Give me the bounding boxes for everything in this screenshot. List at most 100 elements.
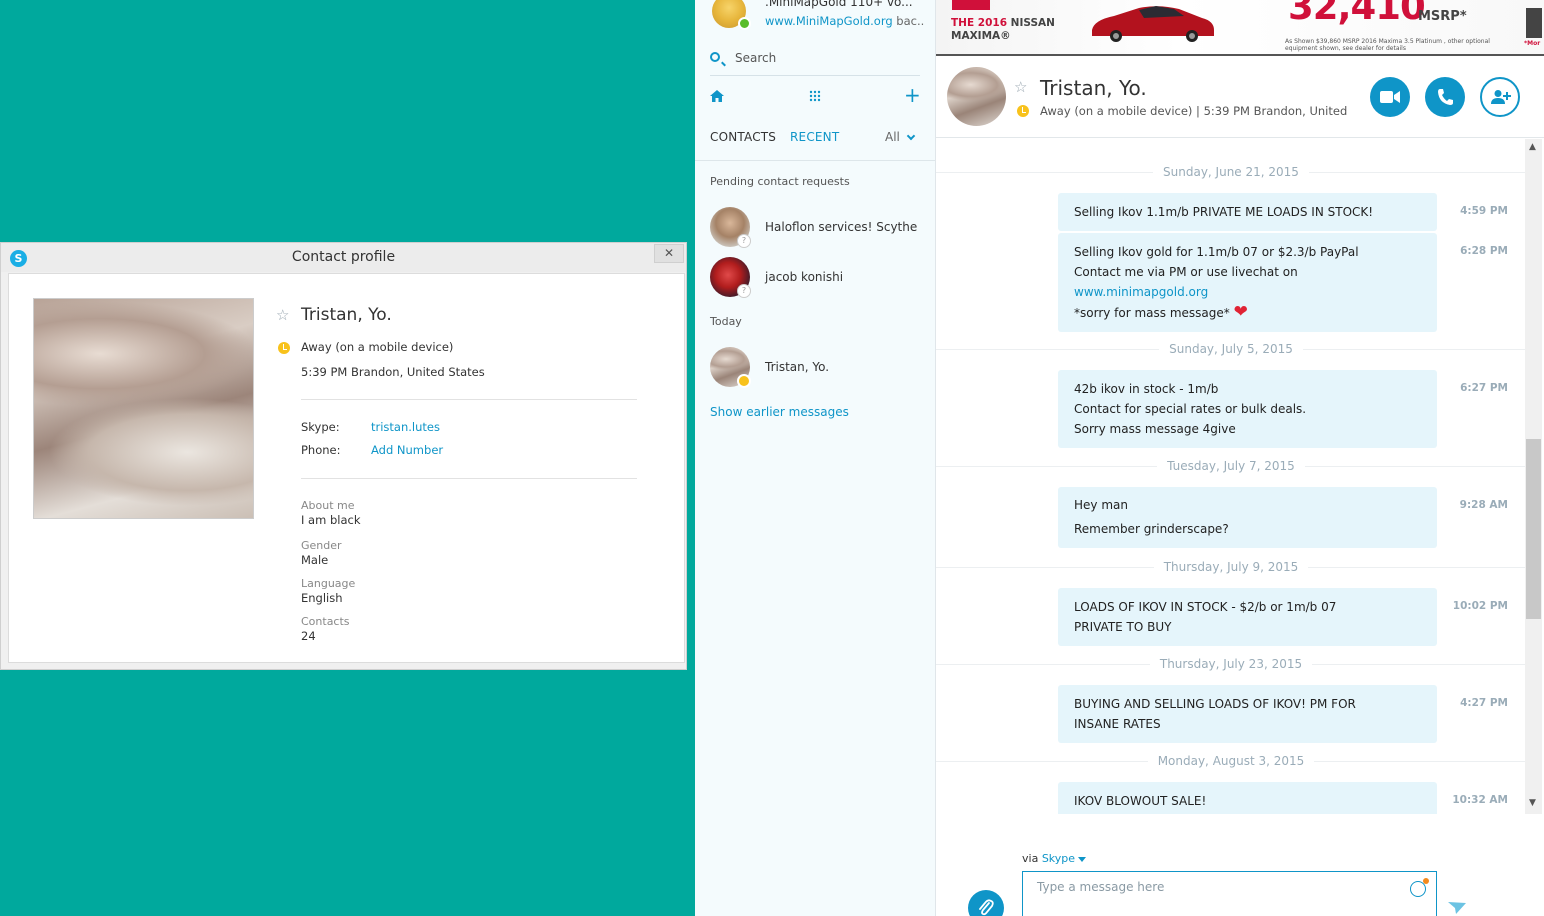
message-bubble[interactable]: Hey man Remember grinderscape? bbox=[1058, 487, 1437, 548]
contact-name: Haloflon services! Scythe bbox=[765, 220, 918, 234]
date-label: Sunday, June 21, 2015 bbox=[1153, 165, 1309, 179]
profile-titlebar[interactable]: S Contact profile ✕ bbox=[1, 243, 686, 272]
away-status-icon bbox=[278, 342, 290, 354]
scroll-up-icon[interactable]: ▲ bbox=[1529, 142, 1536, 152]
language-label: Language bbox=[301, 577, 356, 590]
ad-headline: THE 2016 NISSAN MAXIMA® bbox=[951, 17, 1071, 43]
gender-value: Male bbox=[301, 553, 329, 567]
date-separator: Sunday, July 5, 2015 bbox=[936, 340, 1526, 360]
message-text: Selling Ikov gold for 1.1m/b 07 or $2.3/… bbox=[1074, 245, 1359, 259]
ad-msrp: MSRP* bbox=[1418, 9, 1467, 24]
profile-photo bbox=[33, 298, 254, 519]
scrollbar-thumb[interactable] bbox=[1526, 439, 1541, 619]
favorite-star-icon[interactable]: ☆ bbox=[276, 306, 289, 324]
add-user-icon bbox=[1491, 90, 1511, 104]
paperclip-icon bbox=[979, 899, 994, 916]
phone-label: Phone: bbox=[301, 443, 341, 457]
pending-status-icon: ? bbox=[737, 234, 751, 248]
contact-avatar[interactable] bbox=[947, 67, 1006, 126]
message-time: 10:02 PM bbox=[1452, 600, 1508, 612]
message-input[interactable] bbox=[1022, 871, 1437, 916]
ad-model: MAXIMA® bbox=[951, 30, 1011, 42]
profile-window-title: Contact profile bbox=[291, 249, 396, 265]
list-item[interactable]: ? jacob konishi bbox=[710, 257, 925, 299]
scroll-down-icon[interactable]: ▼ bbox=[1529, 798, 1536, 808]
send-icon[interactable] bbox=[1448, 902, 1466, 914]
via-selector[interactable]: via Skype bbox=[1022, 852, 1087, 865]
search-box[interactable] bbox=[710, 46, 920, 76]
contact-name: Tristan, Yo. bbox=[765, 360, 830, 374]
message-scrollbar[interactable]: ▲ ▼ bbox=[1525, 139, 1542, 814]
date-label: Sunday, July 5, 2015 bbox=[1159, 342, 1303, 356]
date-separator: Tuesday, July 7, 2015 bbox=[936, 457, 1526, 477]
message-text: BUYING AND SELLING LOADS OF IKOV! PM FOR bbox=[1074, 697, 1356, 711]
date-label: Tuesday, July 7, 2015 bbox=[1157, 459, 1305, 473]
search-input[interactable] bbox=[735, 48, 915, 68]
contacts-label: Contacts bbox=[301, 615, 350, 628]
message-text: *sorry for mass message* bbox=[1074, 306, 1230, 320]
skype-label: Skype: bbox=[301, 420, 340, 434]
away-status-icon bbox=[737, 374, 751, 388]
close-button[interactable]: ✕ bbox=[654, 244, 684, 263]
current-user[interactable]: .MiniMapGold 110+ vo... www.MiniMapGold.… bbox=[695, 0, 935, 36]
list-item[interactable]: Tristan, Yo. bbox=[710, 347, 925, 389]
via-service: Skype bbox=[1041, 852, 1076, 865]
message-list[interactable]: Sunday, June 21, 2015 Selling Ikov 1.1m/… bbox=[936, 139, 1526, 814]
video-camera-icon bbox=[1380, 91, 1400, 103]
about-value: I am black bbox=[301, 513, 361, 527]
message-bubble[interactable]: 42b ikov in stock - 1m/b Contact for spe… bbox=[1058, 370, 1437, 448]
mood-link[interactable]: www.MiniMapGold.org bbox=[765, 14, 893, 28]
chat-contact-status: Away (on a mobile device) | 5:39 PM Bran… bbox=[1040, 104, 1350, 118]
date-separator: Thursday, July 23, 2015 bbox=[936, 655, 1526, 675]
user-name: .MiniMapGold 110+ vo... bbox=[765, 0, 913, 9]
skype-sidebar: .MiniMapGold 110+ vo... www.MiniMapGold.… bbox=[695, 0, 936, 916]
list-item[interactable]: ? Haloflon services! Scythe bbox=[710, 207, 925, 249]
add-icon[interactable]: + bbox=[904, 85, 921, 105]
via-label: via bbox=[1022, 852, 1039, 865]
message-text: Contact me via PM or use livechat on bbox=[1074, 265, 1298, 279]
message-bubble[interactable]: Selling Ikov gold for 1.1m/b 07 or $2.3/… bbox=[1058, 233, 1437, 332]
message-bubble[interactable]: Selling Ikov 1.1m/b PRIVATE ME LOADS IN … bbox=[1058, 193, 1437, 231]
ad-brand: NISSAN bbox=[1007, 17, 1055, 29]
audio-call-button[interactable] bbox=[1425, 77, 1465, 117]
user-mood: www.MiniMapGold.org bac... bbox=[765, 14, 925, 28]
filter-label: All bbox=[885, 130, 900, 144]
tab-contacts[interactable]: CONTACTS bbox=[710, 130, 776, 144]
filter-dropdown[interactable]: All bbox=[885, 130, 916, 144]
profile-body: ☆ Tristan, Yo. Away (on a mobile device)… bbox=[8, 273, 685, 663]
chat-header: ☆ Tristan, Yo. Away (on a mobile device)… bbox=[936, 58, 1544, 138]
message-text: PRIVATE TO BUY bbox=[1074, 620, 1172, 634]
message-time: 4:59 PM bbox=[1460, 205, 1508, 217]
phone-icon bbox=[1438, 89, 1453, 105]
add-number-link[interactable]: Add Number bbox=[371, 443, 443, 457]
favorite-star-icon[interactable]: ☆ bbox=[1014, 78, 1027, 96]
dialpad-icon[interactable] bbox=[809, 90, 821, 102]
ad-scroll-control[interactable] bbox=[1526, 8, 1542, 38]
video-call-button[interactable] bbox=[1370, 77, 1410, 117]
ad-banner[interactable]: THE 2016 NISSAN MAXIMA® 32,410 MSRP* As S… bbox=[936, 0, 1544, 56]
message-composer: via Skype bbox=[936, 840, 1544, 916]
message-bubble[interactable]: IKOV BLOWOUT SALE! bbox=[1058, 782, 1437, 814]
message-link[interactable]: www.minimapgold.org bbox=[1074, 285, 1208, 299]
emoticon-icon[interactable] bbox=[1410, 878, 1429, 897]
tab-recent[interactable]: RECENT bbox=[790, 130, 839, 144]
chevron-down-icon bbox=[906, 131, 916, 141]
show-earlier-messages-link[interactable]: Show earlier messages bbox=[710, 405, 849, 419]
home-icon[interactable] bbox=[710, 90, 724, 102]
ad-price: 32,410 bbox=[1288, 0, 1426, 28]
message-text: Sorry mass message 4give bbox=[1074, 422, 1236, 436]
about-label: About me bbox=[301, 499, 355, 512]
date-label: Monday, August 3, 2015 bbox=[1147, 754, 1315, 768]
message-time: 10:32 AM bbox=[1452, 794, 1508, 806]
gender-label: Gender bbox=[301, 539, 342, 552]
add-people-button[interactable] bbox=[1480, 77, 1520, 117]
message-bubble[interactable]: LOADS OF IKOV IN STOCK - $2/b or 1m/b 07… bbox=[1058, 588, 1437, 646]
profile-name: Tristan, Yo. bbox=[301, 305, 392, 325]
date-separator: Thursday, July 9, 2015 bbox=[936, 558, 1526, 578]
skype-id-link[interactable]: tristan.lutes bbox=[371, 420, 440, 434]
message-bubble[interactable]: BUYING AND SELLING LOADS OF IKOV! PM FOR… bbox=[1058, 685, 1437, 743]
message-text: Hey man bbox=[1074, 498, 1128, 512]
attach-button[interactable] bbox=[968, 890, 1004, 916]
divider bbox=[695, 160, 935, 161]
chat-contact-name[interactable]: Tristan, Yo. bbox=[1040, 76, 1147, 100]
